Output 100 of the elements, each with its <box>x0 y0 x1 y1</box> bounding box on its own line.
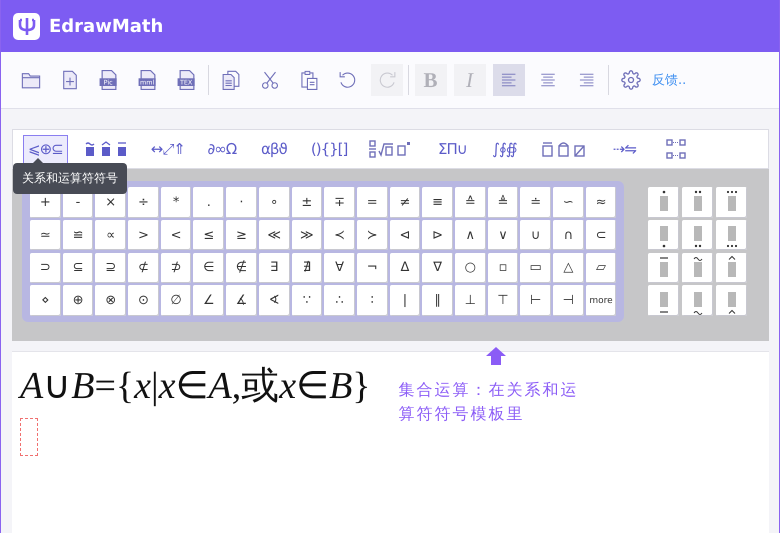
symbol-key[interactable]: ∓ <box>324 187 355 218</box>
symbol-key[interactable]: ○ <box>454 252 486 284</box>
symbol-key[interactable]: ∨ <box>488 220 518 250</box>
symbol-key[interactable]: ▭ <box>520 252 551 284</box>
symbol-key[interactable]: ∽ <box>553 187 584 218</box>
symbol-key[interactable]: ≻ <box>356 220 388 250</box>
symbol-key[interactable]: ▫ <box>488 252 518 284</box>
symbol-key[interactable]: ≙ <box>454 187 486 218</box>
template-tab[interactable]: ΣΠ∪ <box>432 134 472 164</box>
accent-key[interactable] <box>682 220 714 250</box>
template-tab[interactable]: ⇢⇋ <box>604 134 644 164</box>
template-tab[interactable]: (){}[] <box>306 134 352 164</box>
align-left-button[interactable] <box>492 64 524 96</box>
symbol-key[interactable]: ⊤ <box>488 285 518 316</box>
symbol-key[interactable]: ∠ <box>193 285 224 316</box>
symbol-key[interactable]: ∩ <box>553 220 584 250</box>
symbol-key[interactable]: ∄ <box>292 252 322 284</box>
accent-templates-icon <box>84 141 129 157</box>
accent-key[interactable] <box>648 252 680 284</box>
template-tab[interactable]: ↔⤢⇑ <box>146 134 190 164</box>
symbol-key[interactable]: ⊕ <box>62 285 94 316</box>
symbol-key[interactable]: | <box>390 285 420 316</box>
symbol-key[interactable]: · <box>226 187 257 218</box>
symbol-key[interactable]: . <box>193 187 224 218</box>
symbol-key[interactable]: ∵ <box>292 285 322 316</box>
symbol-key[interactable]: ≐ <box>520 187 551 218</box>
accent-key[interactable] <box>682 187 714 218</box>
symbol-key[interactable]: ≌ <box>62 220 94 250</box>
symbol-key[interactable]: ≃ <box>30 220 61 250</box>
align-right-icon <box>578 71 596 89</box>
symbol-key[interactable]: ⊥ <box>454 285 486 316</box>
symbol-key[interactable]: more <box>586 285 616 316</box>
accent-key[interactable] <box>682 285 714 316</box>
symbol-key[interactable]: Δ <box>390 252 420 284</box>
symbol-key[interactable]: ¬ <box>356 252 388 284</box>
symbol-key[interactable]: ∡ <box>226 285 257 316</box>
symbol-key[interactable]: ≺ <box>324 220 355 250</box>
formula: A∪B={x|x∈A,或x∈B} <box>20 364 371 409</box>
symbol-key[interactable]: ⊅ <box>160 252 192 284</box>
symbol-key[interactable]: ∥ <box>422 285 453 316</box>
symbol-key[interactable]: ⋄ <box>30 285 61 316</box>
accent-key[interactable] <box>648 220 680 250</box>
symbol-key[interactable]: ∃ <box>258 252 290 284</box>
arrow-up-icon <box>485 346 507 366</box>
symbol-key[interactable]: ∧ <box>454 220 486 250</box>
symbol-key[interactable]: ∅ <box>160 285 192 316</box>
symbol-key[interactable]: ⊂ <box>586 220 616 250</box>
symbol-key[interactable]: △ <box>553 252 584 284</box>
symbol-key[interactable]: ▱ <box>586 252 616 284</box>
symbol-key[interactable]: ⊗ <box>95 285 126 316</box>
symbol-key[interactable]: * <box>160 187 192 218</box>
template-tab[interactable]: ∫∮∯ <box>484 134 524 164</box>
symbol-key[interactable]: ∴ <box>324 285 355 316</box>
symbol-key[interactable]: ⊄ <box>128 252 159 284</box>
symbol-key[interactable]: ∝ <box>95 220 126 250</box>
accent-key[interactable] <box>716 220 748 250</box>
input-placeholder[interactable] <box>20 418 38 456</box>
symbol-key[interactable]: > <box>128 220 159 250</box>
symbol-key[interactable]: ⊣ <box>553 285 584 316</box>
symbol-key[interactable]: < <box>160 220 192 250</box>
tooltip-pointer-icon <box>33 158 43 163</box>
symbol-key[interactable]: ≪ <box>258 220 290 250</box>
symbol-key[interactable]: ∪ <box>520 220 551 250</box>
accent-key[interactable] <box>648 187 680 218</box>
settings-icon <box>620 70 640 90</box>
symbol-key[interactable]: ∶ <box>356 285 388 316</box>
symbol-key[interactable]: ≈ <box>586 187 616 218</box>
symbol-key[interactable]: ≤ <box>193 220 224 250</box>
accent-key[interactable] <box>716 285 748 316</box>
symbol-key[interactable]: ⊳ <box>422 220 453 250</box>
symbol-key[interactable]: ± <box>292 187 322 218</box>
symbol-key[interactable]: = <box>356 187 388 218</box>
template-tab[interactable]: ⩽⊕⊆ <box>23 134 68 164</box>
accent-key[interactable] <box>716 187 748 218</box>
symbol-key[interactable]: ∀ <box>324 252 355 284</box>
symbol-key[interactable]: ∉ <box>226 252 257 284</box>
symbol-key[interactable]: ⊙ <box>128 285 159 316</box>
accent-key[interactable] <box>682 252 714 284</box>
app-logo-icon <box>13 12 40 40</box>
symbol-key[interactable]: ≥ <box>226 220 257 250</box>
symbol-key[interactable]: ∢ <box>258 285 290 316</box>
symbol-key[interactable]: ⊆ <box>62 252 94 284</box>
accent-key[interactable] <box>648 285 680 316</box>
app-title: EdrawMath <box>49 16 164 36</box>
symbol-key[interactable]: ⊇ <box>95 252 126 284</box>
template-tab[interactable]: αβϑ <box>254 134 294 164</box>
symbol-key[interactable]: ≡ <box>422 187 453 218</box>
symbol-key[interactable]: ≠ <box>390 187 420 218</box>
template-tab[interactable]: ∂∞Ω <box>202 134 242 164</box>
symbol-key[interactable]: ∈ <box>193 252 224 284</box>
symbol-key[interactable]: ⊃ <box>30 252 61 284</box>
symbol-key[interactable]: ⊢ <box>520 285 551 316</box>
symbol-key[interactable]: ∇ <box>422 252 453 284</box>
accent-key[interactable] <box>716 252 748 284</box>
symbol-key[interactable]: ⊲ <box>390 220 420 250</box>
symbol-key[interactable]: ≫ <box>292 220 322 250</box>
symbol-key[interactable]: ≜ <box>488 187 518 218</box>
symbol-key[interactable]: ÷ <box>128 187 159 218</box>
undo-icon <box>336 69 358 91</box>
symbol-key[interactable]: ∘ <box>258 187 290 218</box>
